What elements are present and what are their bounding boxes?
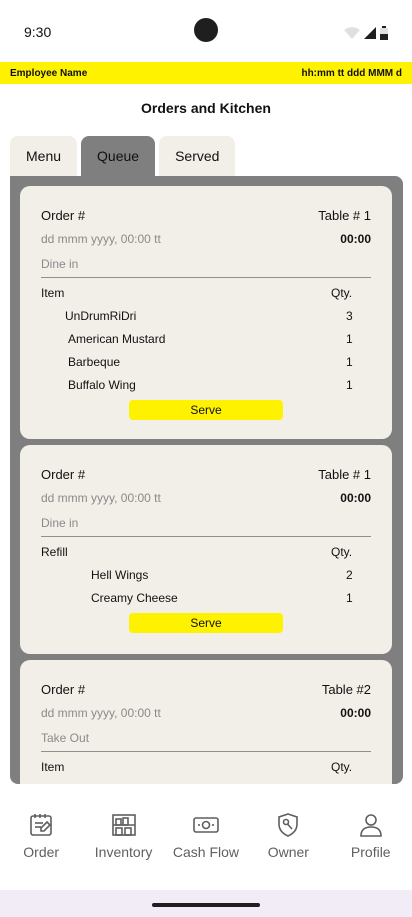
list-item: Hell Wings 2	[41, 568, 371, 582]
order-time: 00:00	[340, 491, 371, 505]
cash-flow-icon	[193, 817, 219, 833]
page-title: Orders and Kitchen	[141, 100, 271, 116]
status-icons	[344, 26, 388, 40]
status-time: 9:30	[24, 24, 52, 40]
list-item: Creamy Cheese 1	[41, 591, 371, 605]
order-card: Order # Table # 1 dd mmm yyyy, 00:00 tt …	[20, 445, 392, 654]
item-name: Barbeque	[68, 355, 121, 369]
item-qty: 1	[346, 332, 353, 346]
nav-cash-flow-label: Cash Flow	[172, 844, 240, 860]
order-card: Order # Table #2 dd mmm yyyy, 00:00 tt 0…	[20, 660, 392, 784]
order-number: Order #	[41, 208, 86, 223]
nav-inventory-label: Inventory	[94, 844, 153, 860]
order-number: Order #	[41, 682, 86, 697]
serve-button[interactable]: Serve	[129, 400, 283, 420]
home-indicator[interactable]	[152, 903, 260, 907]
qty-header: Qty.	[331, 286, 353, 300]
item-name: American Mustard	[68, 332, 166, 346]
status-bar: 9:30	[0, 0, 412, 62]
tab-bar: Menu Queue Served	[10, 136, 236, 176]
nav-order[interactable]: Order	[1, 812, 81, 890]
order-type: Take Out	[41, 731, 371, 752]
table-number: Table # 1	[318, 208, 371, 223]
table-number: Table # 1	[318, 467, 371, 482]
list-item: Buffalo Wing 1	[41, 378, 371, 392]
item-name: UnDrumRiDri	[65, 309, 137, 323]
items-header: Item	[41, 286, 65, 300]
nav-cash-flow[interactable]: Cash Flow	[166, 812, 246, 890]
item-qty: 1	[346, 355, 353, 369]
employee-name: Employee Name	[10, 67, 88, 79]
table-number: Table #2	[321, 682, 371, 697]
item-qty: 1	[346, 378, 353, 392]
tab-queue[interactable]: Queue	[81, 136, 156, 176]
queue-panel[interactable]: Order # Table # 1 dd mmm yyyy, 00:00 tt …	[10, 176, 403, 784]
order-date: dd mmm yyyy, 00:00 tt	[41, 706, 161, 720]
list-item: American Mustard 1	[41, 332, 371, 346]
gesture-bar	[0, 890, 412, 917]
item-qty: 2	[346, 568, 353, 582]
list-item: UnDrumRiDri 3	[41, 309, 371, 323]
order-time: 00:00	[340, 232, 371, 246]
bottom-nav: Order Inventory Cash Flow Owner Profile	[0, 784, 412, 890]
refill-header: Refill	[41, 545, 68, 559]
tab-menu[interactable]: Menu	[10, 136, 78, 176]
item-name: Hell Wings	[91, 568, 149, 582]
items-header: Item	[41, 760, 65, 774]
item-qty: 3	[346, 309, 353, 323]
header-datetime: hh:mm tt ddd MMM d	[301, 67, 402, 79]
order-number: Order #	[41, 467, 86, 482]
nav-inventory[interactable]: Inventory	[84, 812, 164, 890]
battery-icon	[380, 26, 388, 40]
nav-owner-label: Owner	[267, 844, 309, 860]
nav-order-label: Order	[23, 844, 60, 860]
wifi-icon	[344, 27, 360, 39]
tab-served[interactable]: Served	[159, 136, 236, 176]
item-name: Creamy Cheese	[91, 591, 178, 605]
order-icon	[30, 814, 52, 836]
nav-profile-label: Profile	[350, 844, 391, 860]
order-time: 00:00	[340, 706, 371, 720]
owner-icon	[278, 813, 299, 837]
item-qty: 1	[346, 591, 353, 605]
nav-profile[interactable]: Profile	[331, 812, 411, 890]
order-date: dd mmm yyyy, 00:00 tt	[41, 491, 161, 505]
nav-owner[interactable]: Owner	[248, 812, 328, 890]
signal-icon	[364, 27, 376, 39]
serve-button[interactable]: Serve	[129, 613, 283, 633]
order-type: Dine in	[41, 516, 371, 537]
list-item: Barbeque 1	[41, 355, 371, 369]
camera-cutout	[194, 18, 218, 42]
order-card: Order # Table # 1 dd mmm yyyy, 00:00 tt …	[20, 186, 392, 439]
qty-header: Qty.	[331, 760, 353, 774]
qty-header: Qty.	[331, 545, 353, 559]
order-type: Dine in	[41, 257, 371, 278]
employee-header: Employee Name hh:mm tt ddd MMM d	[0, 62, 412, 84]
item-name: Buffalo Wing	[68, 378, 136, 392]
order-date: dd mmm yyyy, 00:00 tt	[41, 232, 161, 246]
profile-icon	[359, 814, 382, 837]
inventory-icon	[111, 814, 136, 836]
